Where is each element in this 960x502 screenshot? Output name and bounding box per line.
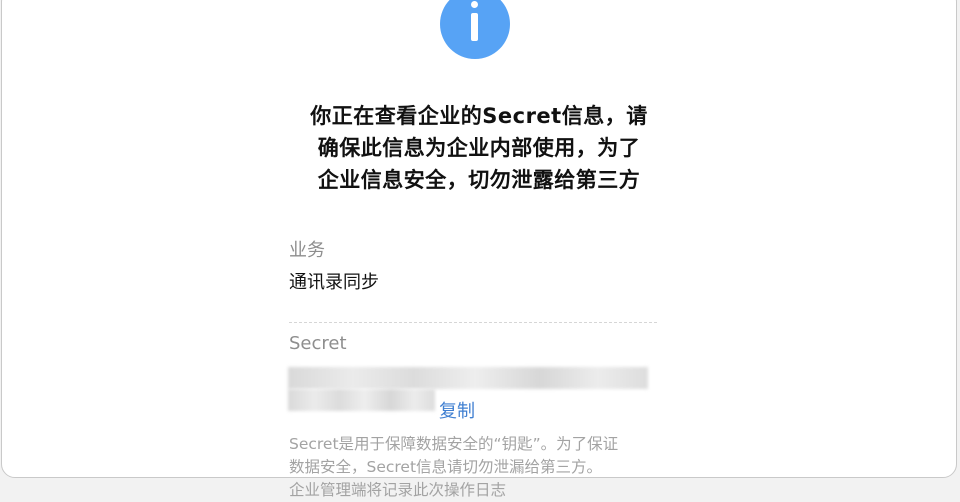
copy-secret-link[interactable]: 复制 — [439, 397, 475, 423]
note-line-1: Secret是用于保障数据安全的“钥匙”。为了保证 — [289, 435, 619, 453]
info-icon-bar — [471, 13, 478, 41]
divider — [289, 322, 657, 323]
warning-line-1: 你正在查看企业的Secret信息，请 — [310, 104, 648, 128]
security-warning: 你正在查看企业的Secret信息，请 确保此信息为企业内部使用，为了 企业信息安… — [282, 100, 676, 196]
note-line-3: 企业管理端将记录此次操作日志 — [289, 481, 507, 499]
info-icon — [440, 0, 510, 59]
dialog-frame — [1, 0, 957, 478]
warning-line-2: 确保此信息为企业内部使用，为了 — [317, 136, 641, 160]
note-line-2: 数据安全，Secret信息请切勿泄漏给第三方。 — [289, 458, 603, 476]
secret-value-masked-line-2 — [288, 389, 435, 411]
secret-note: Secret是用于保障数据安全的“钥匙”。为了保证 数据安全，Secret信息请… — [289, 433, 661, 502]
secret-value-masked-line-1 — [288, 367, 648, 389]
business-label: 业务 — [289, 240, 325, 261]
business-value: 通讯录同步 — [289, 272, 379, 293]
secret-label: Secret — [289, 333, 347, 354]
info-icon-dot — [471, 1, 478, 8]
warning-line-3: 企业信息安全，切勿泄露给第三方 — [317, 168, 641, 192]
